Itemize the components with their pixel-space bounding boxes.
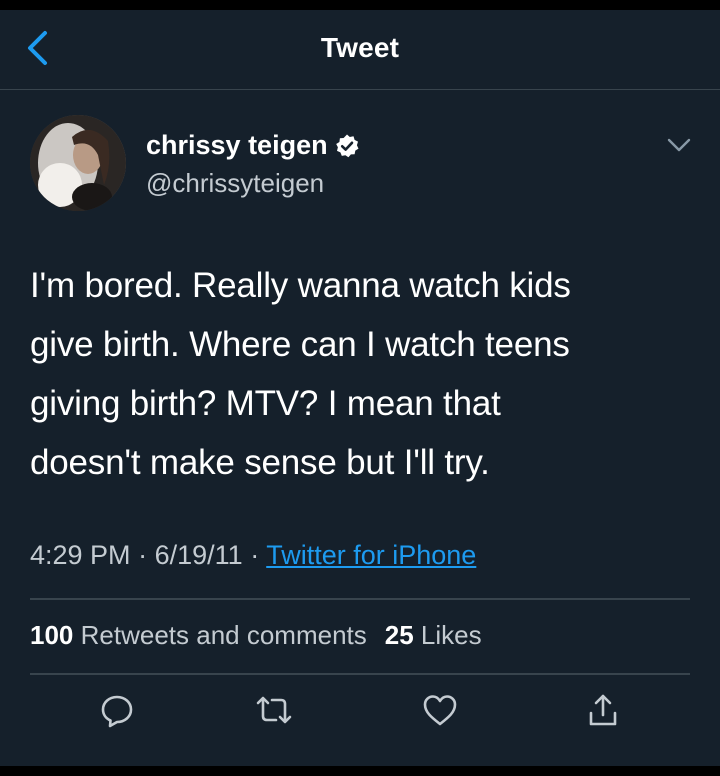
avatar[interactable] [30, 115, 126, 211]
retweets-label: Retweets and comments [80, 620, 367, 650]
author-handle[interactable]: @chrissyteigen [146, 168, 324, 199]
share-button[interactable] [583, 690, 623, 730]
divider [30, 673, 690, 675]
tweet-text-line: give birth. Where can I watch teens [30, 325, 570, 364]
tweet-text-line: giving birth? MTV? I mean that [30, 384, 501, 423]
verified-badge-icon [335, 134, 359, 157]
retweet-icon [256, 696, 292, 724]
tweet-date: 6/19/11 [154, 540, 243, 570]
tweet-text-line: doesn't make sense but I'll try. [30, 443, 490, 482]
profile-photo [30, 115, 126, 211]
tweet-source-link[interactable]: Twitter for iPhone [266, 540, 476, 570]
likes-count: 25 [384, 620, 414, 650]
tweet-time: 4:29 PM [30, 540, 131, 570]
top-frame-edge [0, 0, 720, 10]
retweet-button[interactable] [254, 690, 294, 730]
author-name-row[interactable]: chrissy teigen [146, 130, 360, 161]
tweet-text: I'm bored. Really wanna watch kids give … [30, 256, 695, 492]
likes-stat[interactable]: 25 Likes [385, 620, 482, 650]
retweets-stat[interactable]: 100 Retweets and comments [30, 620, 367, 650]
page-title: Tweet [320, 32, 400, 63]
reply-icon [101, 695, 133, 728]
tweet-header: Tweet [0, 10, 720, 90]
reply-button[interactable] [97, 690, 137, 730]
tweet-actions-bar [0, 690, 720, 742]
retweets-count: 100 [30, 620, 74, 650]
author-name[interactable]: chrissy teigen [146, 130, 328, 161]
more-options-button[interactable] [664, 133, 694, 157]
divider [30, 598, 690, 600]
separator-dot: · [250, 540, 260, 570]
tweet-stats: 100 Retweets and comments 25 Likes [30, 620, 482, 651]
tweet-metadata: 4:29 PM · 6/19/11 · Twitter for iPhone [30, 540, 476, 571]
likes-label: Likes [420, 620, 482, 650]
tweet-text-line: I'm bored. Really wanna watch kids [30, 266, 571, 305]
heart-icon [423, 695, 457, 726]
like-button[interactable] [420, 690, 460, 730]
separator-dot: · [138, 540, 148, 570]
share-icon [589, 694, 617, 726]
bottom-frame-edge [0, 766, 720, 776]
chevron-down-icon [667, 138, 691, 152]
